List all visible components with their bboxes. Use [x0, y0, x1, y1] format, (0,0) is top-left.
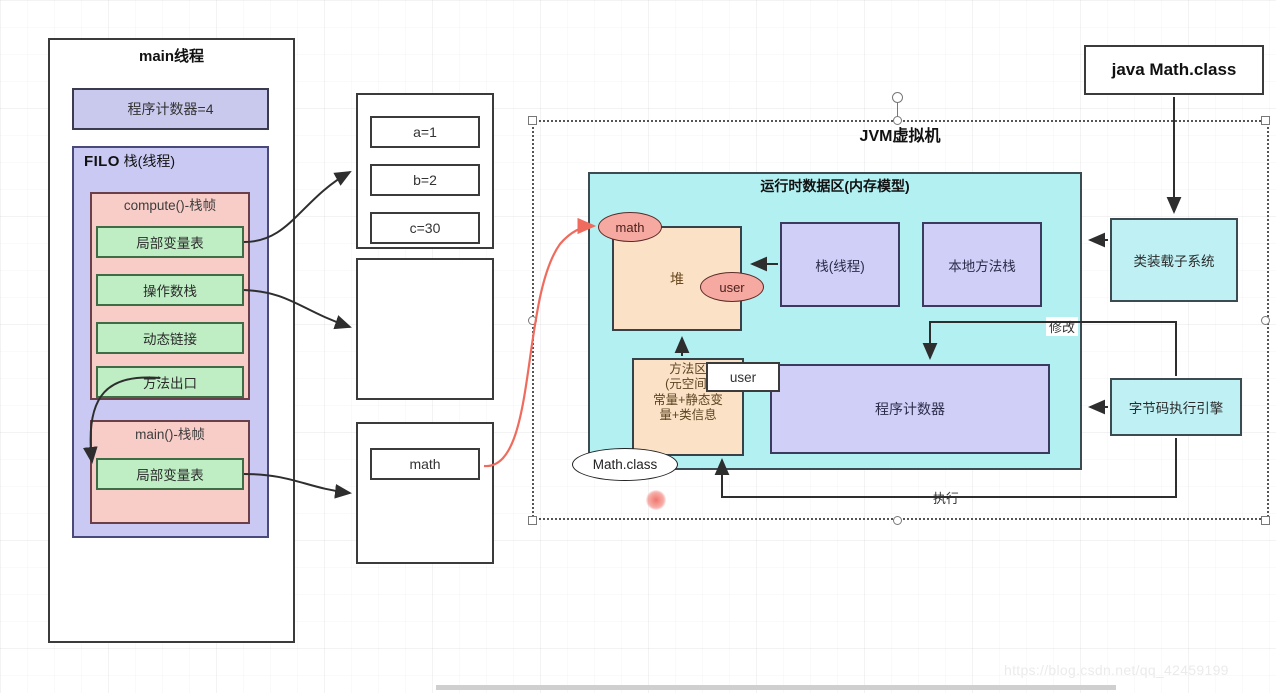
- compute-local-variable-table[interactable]: 局部变量表: [96, 226, 244, 258]
- compute-method-exit[interactable]: 方法出口: [96, 366, 244, 398]
- variable-a[interactable]: a=1: [370, 116, 480, 148]
- method-area-line-4: 量+类信息: [659, 407, 717, 422]
- heap-object-math[interactable]: math: [598, 212, 662, 242]
- resize-handle-top-center[interactable]: [893, 116, 902, 125]
- resize-handle-middle-left[interactable]: [528, 316, 537, 325]
- filo-stack-label: FILO 栈(线程): [84, 153, 264, 170]
- program-counter-box[interactable]: 程序计数器=4: [72, 88, 269, 130]
- jvm-stack-box[interactable]: 栈(线程): [780, 222, 900, 307]
- cursor-click-marker: [646, 490, 666, 510]
- local-variable-box-2[interactable]: [356, 258, 494, 400]
- java-source-box[interactable]: java Math.class: [1084, 45, 1264, 95]
- heap-object-user[interactable]: user: [700, 272, 764, 302]
- resize-handle-bottom-left[interactable]: [528, 516, 537, 525]
- variable-c[interactable]: c=30: [370, 212, 480, 244]
- variable-math[interactable]: math: [370, 448, 480, 480]
- resize-handle-top-right[interactable]: [1261, 116, 1270, 125]
- compute-dynamic-link[interactable]: 动态链接: [96, 322, 244, 354]
- resize-handle-top-left[interactable]: [528, 116, 537, 125]
- rotation-handle[interactable]: [892, 92, 903, 103]
- local-variable-box-3[interactable]: [356, 422, 494, 564]
- compute-frame-title: compute()-栈帧: [123, 198, 217, 213]
- stack-thread-label: 栈(线程): [123, 153, 175, 169]
- main-thread-title: main线程: [138, 48, 204, 65]
- compute-operand-stack[interactable]: 操作数栈: [96, 274, 244, 306]
- resize-handle-bottom-center[interactable]: [893, 516, 902, 525]
- runtime-data-area-title: 运行时数据区(内存模型): [760, 178, 910, 194]
- main-local-variable-table[interactable]: 局部变量表: [96, 458, 244, 490]
- edge-label-execute: 执行: [930, 488, 963, 507]
- class-loader-box[interactable]: 类装载子系统: [1110, 218, 1238, 302]
- resize-handle-bottom-right[interactable]: [1261, 516, 1270, 525]
- jvm-program-counter-box[interactable]: 程序计数器: [770, 364, 1050, 454]
- main-frame-title: main()-栈帧: [135, 427, 205, 442]
- bottom-edge-bar: [436, 685, 1116, 690]
- execution-engine-box[interactable]: 字节码执行引擎: [1110, 378, 1242, 436]
- method-area-object-mathclass[interactable]: Math.class: [572, 448, 678, 481]
- variable-b[interactable]: b=2: [370, 164, 480, 196]
- watermark: https://blog.csdn.net/qq_42459199: [1004, 662, 1229, 678]
- jvm-title: JVM虚拟机: [859, 128, 941, 145]
- resize-handle-middle-right[interactable]: [1261, 316, 1270, 325]
- edge-label-modify: 修改: [1046, 317, 1079, 336]
- native-method-stack-box[interactable]: 本地方法栈: [922, 222, 1042, 307]
- filo-keyword: FILO: [84, 153, 120, 170]
- user-reference-box[interactable]: user: [706, 362, 780, 392]
- method-area-line-3: 常量+静态变: [653, 392, 723, 407]
